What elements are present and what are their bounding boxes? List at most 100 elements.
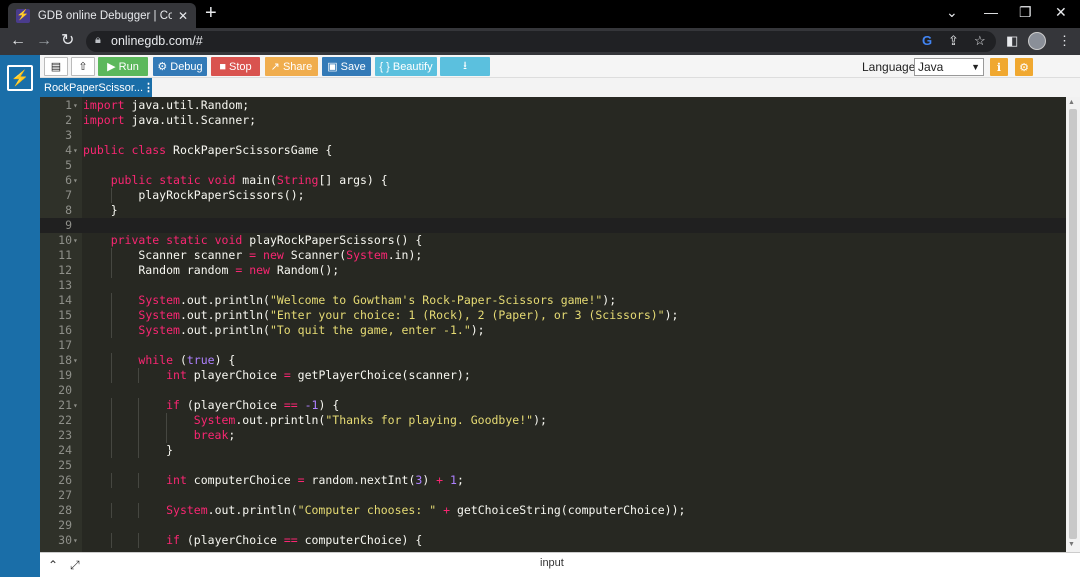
code-line[interactable]: 22 System.out.println("Thanks for playin… bbox=[40, 413, 1066, 428]
code-text[interactable]: } bbox=[83, 443, 173, 458]
code-line[interactable]: 28 System.out.println("Computer chooses:… bbox=[40, 503, 1066, 518]
run-button[interactable]: ▶ Run bbox=[98, 57, 148, 76]
code-text[interactable]: import java.util.Scanner; bbox=[83, 113, 256, 128]
line-number: 27 bbox=[58, 488, 72, 502]
code-line[interactable]: 23 break; bbox=[40, 428, 1066, 443]
debug-button[interactable]: ⚙ Debug bbox=[153, 57, 207, 76]
scroll-down-icon[interactable]: ▼ bbox=[1068, 541, 1075, 548]
back-icon[interactable]: ← bbox=[10, 32, 26, 50]
code-text[interactable]: Scanner scanner = new Scanner(System.in)… bbox=[83, 248, 422, 263]
code-line[interactable]: 12 Random random = new Random(); bbox=[40, 263, 1066, 278]
file-tab-menu-icon[interactable]: ⋮ bbox=[143, 81, 154, 94]
code-text[interactable]: System.out.println("To quit the game, en… bbox=[83, 323, 484, 338]
reload-icon[interactable]: ↻ bbox=[61, 32, 74, 50]
code-text[interactable]: System.out.println("Enter your choice: 1… bbox=[83, 308, 678, 323]
code-line[interactable]: 6 ▾ public static void main(String[] args… bbox=[40, 173, 1066, 188]
code-line[interactable]: 20 bbox=[40, 383, 1066, 398]
editor-scrollbar[interactable]: ▲ ▼ bbox=[1066, 97, 1080, 552]
code-line[interactable]: 17 bbox=[40, 338, 1066, 353]
code-line[interactable]: 8 } bbox=[40, 203, 1066, 218]
minimize-button[interactable]: — bbox=[984, 4, 998, 20]
share-page-icon[interactable]: ⇪ bbox=[948, 33, 959, 49]
code-text[interactable]: break; bbox=[83, 428, 236, 443]
fold-arrow-icon[interactable]: ▾ bbox=[73, 398, 78, 413]
code-line[interactable]: 27 bbox=[40, 488, 1066, 503]
code-line[interactable]: 13 bbox=[40, 278, 1066, 293]
file-tab-rockpaperscissors[interactable]: RockPaperScissor... ⋮ bbox=[40, 78, 154, 97]
code-line[interactable]: 24 } bbox=[40, 443, 1066, 458]
code-text[interactable]: if (playerChoice == computerChoice) { bbox=[83, 533, 422, 548]
code-line[interactable]: 19 int playerChoice = getPlayerChoice(sc… bbox=[40, 368, 1066, 383]
code-editor[interactable]: 1 ▾ import java.util.Random; 2 import java.u… bbox=[40, 97, 1080, 552]
code-line[interactable]: 18 ▾ while (true) { bbox=[40, 353, 1066, 368]
code-line[interactable]: 4 ▾ public class RockPaperScissorsGame { bbox=[40, 143, 1066, 158]
save-button[interactable]: ▣ Save bbox=[322, 57, 371, 76]
info-icon[interactable]: ℹ bbox=[990, 58, 1008, 76]
close-window-button[interactable]: ✕ bbox=[1055, 4, 1067, 21]
code-line[interactable]: 9 bbox=[40, 218, 1066, 233]
language-select[interactable]: Java ▼ bbox=[914, 58, 984, 76]
code-line[interactable]: 14 System.out.println("Welcome to Gowtha… bbox=[40, 293, 1066, 308]
code-text[interactable]: } bbox=[83, 203, 118, 218]
code-text[interactable]: playRockPaperScissors(); bbox=[83, 188, 304, 203]
profile-avatar[interactable] bbox=[1028, 32, 1046, 50]
code-line[interactable]: 5 bbox=[40, 158, 1066, 173]
url-text[interactable]: onlinegdb.com/# bbox=[111, 34, 203, 48]
code-text[interactable]: System.out.println("Computer chooses: " … bbox=[83, 503, 685, 518]
code-line[interactable]: 11 Scanner scanner = new Scanner(System.… bbox=[40, 248, 1066, 263]
share-button[interactable]: ↗ Share bbox=[265, 57, 318, 76]
bookmark-star-icon[interactable]: ☆ bbox=[974, 33, 986, 49]
beautify-button[interactable]: { } Beautify bbox=[375, 57, 437, 76]
restore-button[interactable]: ❐ bbox=[1019, 4, 1032, 21]
side-panel-icon[interactable]: ◧ bbox=[1006, 33, 1018, 49]
code-text[interactable]: int playerChoice = getPlayerChoice(scann… bbox=[83, 368, 471, 383]
fold-arrow-icon[interactable]: ▾ bbox=[73, 143, 78, 158]
address-bar[interactable]: 🔒︎ onlinegdb.com/# G ⇪ ☆ bbox=[86, 31, 996, 52]
code-text[interactable]: import java.util.Random; bbox=[83, 98, 249, 113]
tab-search-icon[interactable]: ⌄ bbox=[946, 4, 958, 21]
close-tab-icon[interactable]: ✕ bbox=[178, 9, 188, 23]
fold-arrow-icon[interactable]: ▾ bbox=[73, 173, 78, 188]
code-text[interactable]: if (playerChoice == -1) { bbox=[83, 398, 339, 413]
forward-icon[interactable]: → bbox=[36, 32, 52, 50]
code-line[interactable]: 29 bbox=[40, 518, 1066, 533]
fold-arrow-icon[interactable]: ▾ bbox=[73, 233, 78, 248]
browser-tab[interactable]: ⚡ GDB online Debugger | Compiler - Co ✕ bbox=[8, 3, 196, 28]
code-text[interactable]: System.out.println("Thanks for playing. … bbox=[83, 413, 547, 428]
upload-file-icon[interactable]: ⇧ bbox=[71, 57, 95, 76]
code-text[interactable]: int computerChoice = random.nextInt(3) +… bbox=[83, 473, 464, 488]
scroll-up-icon[interactable]: ▲ bbox=[1068, 99, 1075, 106]
code-line[interactable]: 3 bbox=[40, 128, 1066, 143]
settings-gear-icon[interactable]: ⚙ bbox=[1015, 58, 1033, 76]
collapse-panel-icon[interactable]: ⌃ bbox=[48, 558, 58, 572]
fold-arrow-icon[interactable]: ▾ bbox=[73, 98, 78, 113]
scrollbar-thumb[interactable] bbox=[1069, 109, 1077, 539]
code-text[interactable]: while (true) { bbox=[83, 353, 235, 368]
code-text[interactable]: System.out.println("Welcome to Gowtham's… bbox=[83, 293, 616, 308]
code-line[interactable]: 15 System.out.println("Enter your choice… bbox=[40, 308, 1066, 323]
code-line[interactable]: 10 ▾ private static void playRockPaperSci… bbox=[40, 233, 1066, 248]
fold-arrow-icon[interactable]: ▾ bbox=[73, 353, 78, 368]
new-tab-button[interactable]: + bbox=[205, 2, 217, 24]
code-line[interactable]: 21 ▾ if (playerChoice == -1) { bbox=[40, 398, 1066, 413]
code-line[interactable]: 25 bbox=[40, 458, 1066, 473]
code-line[interactable]: 7 playRockPaperScissors(); bbox=[40, 188, 1066, 203]
google-icon[interactable]: G bbox=[922, 33, 932, 48]
code-line[interactable]: 16 System.out.println("To quit the game,… bbox=[40, 323, 1066, 338]
code-line[interactable]: 26 int computerChoice = random.nextInt(3… bbox=[40, 473, 1066, 488]
code-text[interactable]: Random random = new Random(); bbox=[83, 263, 339, 278]
new-file-icon[interactable]: ▤ bbox=[44, 57, 68, 76]
code-line[interactable]: 30 ▾ if (playerChoice == computerChoice) … bbox=[40, 533, 1066, 548]
browser-menu-icon[interactable]: ⋮ bbox=[1058, 33, 1071, 49]
code-text[interactable]: private static void playRockPaperScissor… bbox=[83, 233, 423, 248]
code-text[interactable]: public class RockPaperScissorsGame { bbox=[83, 143, 332, 158]
onlinegdb-logo-icon[interactable]: ⚡ bbox=[7, 65, 33, 91]
code-text[interactable]: public static void main(String[] args) { bbox=[83, 173, 388, 188]
code-area[interactable]: 1 ▾ import java.util.Random; 2 import java.u… bbox=[40, 97, 1066, 552]
download-button[interactable]: ⭳ bbox=[440, 57, 490, 76]
code-line[interactable]: 1 ▾ import java.util.Random; bbox=[40, 98, 1066, 113]
expand-panel-icon[interactable]: ⤢ bbox=[70, 558, 80, 573]
fold-arrow-icon[interactable]: ▾ bbox=[73, 533, 78, 548]
stop-button[interactable]: ■ Stop bbox=[211, 57, 260, 76]
code-line[interactable]: 2 import java.util.Scanner; bbox=[40, 113, 1066, 128]
